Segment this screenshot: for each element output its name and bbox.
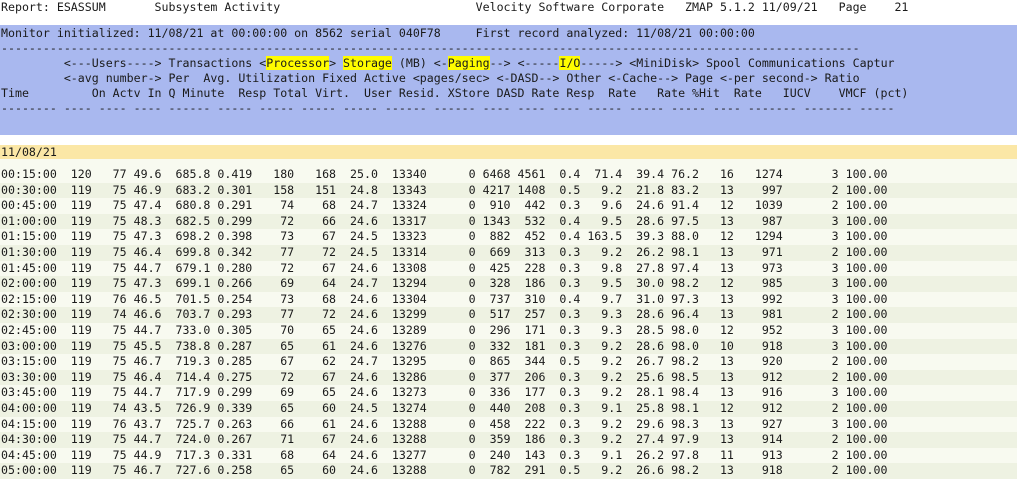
table-row: 04:45:00 119 75 44.9 717.3 0.331 68 64 2… — [1, 447, 888, 462]
table-row: 04:00:00 119 74 43.5 726.9 0.339 65 60 2… — [0, 400, 1017, 417]
table-row: 03:30:00 119 75 46.4 714.4 0.275 72 67 2… — [0, 369, 1017, 386]
report-header: Report: ESASSUM Subsystem Activity Veloc… — [1, 0, 909, 14]
dash-separator: ----------------------------------------… — [1, 41, 860, 55]
header-line-underline: -------- ---- ---- ---- ------ ----- ---… — [1, 101, 895, 115]
table-row: 01:30:00 119 75 46.4 699.8 0.342 77 72 2… — [0, 244, 1017, 261]
table-row: 01:00:00 119 75 48.3 682.5 0.299 72 66 2… — [0, 213, 1017, 230]
monitor-init-line: Monitor initialized: 11/08/21 at 00:00:0… — [1, 26, 755, 40]
table-row: 00:45:00 119 75 47.4 680.8 0.291 74 68 2… — [1, 198, 888, 213]
io-highlight: I/O — [559, 56, 581, 70]
header-line-columns: Time On Actv In Q Minute Resp Total Virt… — [1, 86, 909, 100]
table-row: 04:15:00 119 76 43.7 725.7 0.263 66 61 2… — [1, 416, 888, 431]
header-line-groups: <---Users----> Transactions <Processor> … — [1, 56, 895, 70]
table-row: 02:00:00 119 75 47.3 699.1 0.266 69 64 2… — [0, 276, 1017, 292]
storage-highlight: Storage — [343, 56, 392, 70]
column-header-band: Monitor initialized: 11/08/21 at 00:00:0… — [0, 25, 1017, 135]
blank-spacer — [0, 159, 1017, 167]
header-line-sub: <-avg number-> Per Avg. Utilization Fixe… — [1, 71, 860, 85]
paging-highlight: Paging — [447, 56, 490, 70]
data-rows: 00:15:00 120 77 49.6 685.8 0.419 180 168… — [0, 159, 1017, 479]
table-row: 03:45:00 119 75 44.7 717.9 0.299 69 65 2… — [1, 385, 888, 400]
table-row: 02:30:00 119 74 46.6 703.7 0.293 77 72 2… — [0, 307, 1017, 323]
table-row: 02:15:00 119 76 46.5 701.5 0.254 73 68 2… — [1, 291, 888, 306]
header-gap — [0, 15, 1017, 25]
table-row: 04:30:00 119 75 44.7 724.0 0.267 71 67 2… — [0, 432, 1017, 448]
table-row: 00:15:00 120 77 49.6 685.8 0.419 180 168… — [1, 167, 888, 181]
table-row: 03:15:00 119 75 46.7 719.3 0.285 67 62 2… — [1, 354, 888, 369]
processor-highlight: Processor — [266, 56, 330, 70]
table-row: 01:15:00 119 75 47.3 698.2 0.398 73 67 2… — [1, 229, 888, 244]
table-row: 05:00:00 119 75 46.7 727.6 0.258 65 60 2… — [0, 463, 1017, 479]
table-row: 03:00:00 119 75 45.5 738.8 0.287 65 61 2… — [0, 338, 1017, 355]
table-row: 00:30:00 119 75 46.9 683.2 0.301 158 151… — [0, 182, 1017, 199]
table-row: 01:45:00 119 75 44.7 679.1 0.280 72 67 2… — [1, 260, 888, 275]
date-group-row: 11/08/21 — [0, 145, 1017, 159]
table-row: 02:45:00 119 75 44.7 733.0 0.305 70 65 2… — [1, 322, 888, 337]
